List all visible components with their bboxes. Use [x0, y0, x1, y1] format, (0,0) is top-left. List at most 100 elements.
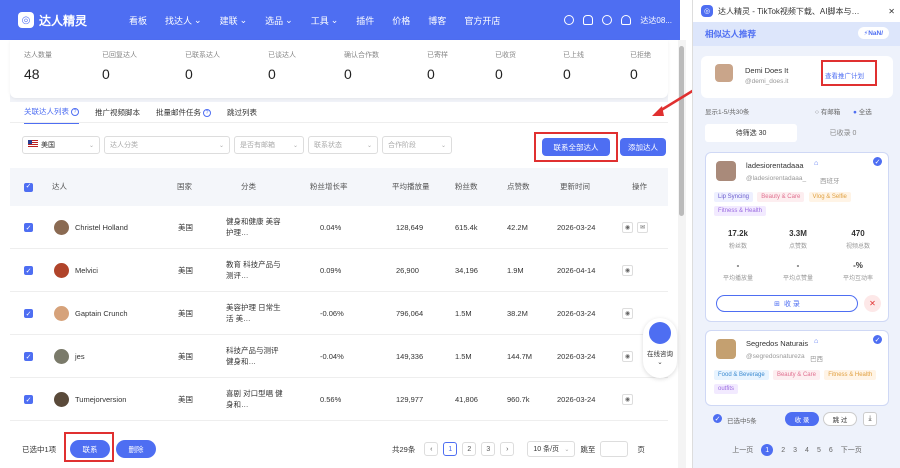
updated-cell: 2026-03-24 [557, 309, 596, 318]
table-row[interactable]: ✓ Tumejorversion 美国 喜剧 对口型唱 健身和… 0.56% 129,97… [10, 378, 668, 421]
avatar [54, 392, 69, 407]
country-cell: 美国 [178, 352, 193, 361]
scrollbar-thumb[interactable] [679, 46, 684, 216]
has-email-radio[interactable]: ○ 有邮箱 [815, 106, 840, 116]
card-checkbox[interactable]: ✓ [873, 335, 882, 344]
stage-select[interactable]: 合作阶段 ⌄ [382, 136, 452, 154]
close-icon[interactable]: ✕ [888, 7, 895, 16]
avatar [716, 339, 736, 359]
col-country: 国家 [177, 182, 192, 192]
reject-button[interactable]: ✕ [864, 295, 881, 312]
country-select[interactable]: 美国 ⌄ [22, 136, 100, 154]
selected-count: 已选中5条 [727, 418, 757, 425]
selected-count: 已选中1项 [22, 445, 57, 454]
page-2[interactable]: 2 [462, 442, 477, 456]
table-row[interactable]: ✓ Christel Holland 美国 健身和健康 美容护理… 0.04% 128,6… [10, 206, 668, 249]
stat-negotiated: 已谈达人 0 [268, 52, 296, 82]
tab-pending[interactable]: 待筛选 30 [705, 124, 797, 142]
creator-card[interactable]: Segredos Naturais ⌂ @segredosnatureza 巴西… [705, 330, 889, 406]
download-icon[interactable]: ⤓ [863, 412, 877, 426]
page-1[interactable]: 1 [443, 442, 458, 456]
likes-cell: 144.7M [507, 352, 533, 361]
headset-icon[interactable] [583, 15, 594, 25]
mail-icon[interactable]: ✉ [637, 222, 648, 233]
select-all-radio[interactable]: ● 全选 [853, 106, 872, 116]
nav-item-plugin[interactable]: 插件 [347, 14, 383, 27]
select-all-checkbox[interactable]: ✓ [24, 182, 33, 192]
row-checkbox[interactable]: ✓ [24, 352, 33, 361]
goto-page-input[interactable] [600, 441, 629, 457]
growth-cell: -0.04% [320, 352, 344, 361]
row-checkbox[interactable]: ✓ [24, 266, 33, 275]
growth-cell: -0.06% [320, 309, 344, 318]
nav-item-pricing[interactable]: 价格 [383, 14, 419, 27]
delete-button[interactable]: 删除 [116, 440, 156, 458]
creator-name[interactable]: jes [75, 352, 85, 361]
view-icon[interactable]: ◉ [622, 265, 633, 276]
table-row[interactable]: ✓ Gaptain Crunch 美国 美容护理 日常生活 美… -0.06% 796,0… [10, 292, 668, 335]
col-category: 分类 [241, 182, 256, 192]
avg-views-cell: 149,336 [396, 352, 424, 361]
creator-country: 西班牙 [820, 178, 840, 185]
page-3[interactable]: 3 [793, 447, 797, 454]
row-checkbox[interactable]: ✓ [24, 309, 33, 318]
help-icon[interactable]: ? [203, 108, 211, 117]
creator-name[interactable]: Melvici [75, 266, 98, 275]
view-icon[interactable]: ◉ [622, 222, 633, 233]
row-checkbox[interactable]: ✓ [24, 223, 33, 232]
col-likes: 点赞数 [507, 182, 530, 192]
add-creator-button[interactable]: 添加达人 [620, 138, 666, 156]
view-icon[interactable]: ◉ [622, 394, 633, 405]
prev-page-button[interactable]: ‹ [424, 442, 439, 456]
per-page-select[interactable]: 10 条/页 ⌄ [527, 441, 576, 457]
creator-name[interactable]: Gaptain Crunch [75, 309, 128, 318]
tab-collected[interactable]: 已收录 0 [797, 124, 889, 142]
stats-bar: 达人数量 48 已回复达人 0 已联系达人 0 已谈达人 0 确认合作数 0 已寄样 0 已… [10, 40, 668, 98]
next-page-link[interactable]: 下一页 [841, 445, 862, 455]
chevron-down-icon[interactable]: ⌄ [657, 358, 662, 366]
nav-item-products[interactable]: 选品 ⌄ [256, 14, 302, 27]
lightbulb-icon[interactable] [602, 15, 613, 25]
page-5[interactable]: 5 [817, 447, 821, 454]
table-row[interactable]: ✓ jes 美国 科技产品与测评 健身和… -0.04% 149,336 1.5M 144.7… [10, 335, 668, 378]
logo[interactable]: ◎ 达人精灵 [18, 12, 98, 29]
creator-name[interactable]: Tumejorversion [75, 395, 126, 404]
user-name[interactable]: 达达08... [640, 15, 672, 26]
nav-item-kanban[interactable]: 看板 [120, 14, 156, 27]
online-consult-widget[interactable]: 在线咨询 ⌄ [643, 318, 677, 378]
page-6[interactable]: 6 [829, 447, 833, 454]
row-checkbox[interactable]: ✓ [24, 395, 33, 404]
table-row[interactable]: ✓ Melvici 美国 教育 科技产品与测评… 0.09% 26,900 34,196 1.… [10, 249, 668, 292]
page-3[interactable]: 3 [481, 442, 496, 456]
home-icon: ⌂ [814, 160, 819, 167]
nav-item-find-creators[interactable]: 找达人 ⌄ [156, 14, 211, 27]
page-2[interactable]: 2 [781, 447, 785, 454]
category-select[interactable]: 达人分类 ⌄ [104, 136, 230, 154]
globe-icon[interactable] [564, 15, 575, 25]
collect-button[interactable]: ⊞ 收 录 [716, 295, 858, 312]
card-checkbox[interactable]: ✓ [873, 157, 882, 166]
email-select[interactable]: 是否有邮箱 ⌄ [234, 136, 304, 154]
view-icon[interactable]: ◉ [622, 351, 633, 362]
plus-icon: ⊞ [774, 300, 780, 308]
collect-selected-button[interactable]: 收 录 [785, 412, 819, 426]
nav-item-outreach[interactable]: 建联 ⌄ [211, 14, 257, 27]
nav-item-tools[interactable]: 工具 ⌄ [302, 14, 348, 27]
country-cell: 美国 [178, 223, 193, 232]
next-page-button[interactable]: › [500, 442, 515, 456]
creator-name[interactable]: Christel Holland [75, 223, 128, 232]
updated-cell: 2026-03-24 [557, 352, 596, 361]
nav-item-open-shop[interactable]: 官方开店 [455, 14, 509, 27]
page-1[interactable]: 1 [761, 444, 774, 456]
page-4[interactable]: 4 [805, 447, 809, 454]
view-icon[interactable]: ◉ [622, 308, 633, 319]
nav-item-blog[interactable]: 博客 [419, 14, 455, 27]
skip-button[interactable]: 跳 过 [823, 412, 857, 426]
bell-icon[interactable] [621, 15, 632, 25]
prev-page-link[interactable]: 上一页 [732, 445, 753, 455]
creator-card[interactable]: ladesiorentadaaa ⌂ @ladesiorentadaaa_ 西班… [705, 152, 889, 322]
country-cell: 美国 [178, 309, 193, 318]
select-all-checkbox[interactable]: ✓ [713, 414, 722, 423]
help-icon[interactable]: ? [71, 107, 79, 116]
contact-status-select[interactable]: 联系状态 ⌄ [308, 136, 378, 154]
